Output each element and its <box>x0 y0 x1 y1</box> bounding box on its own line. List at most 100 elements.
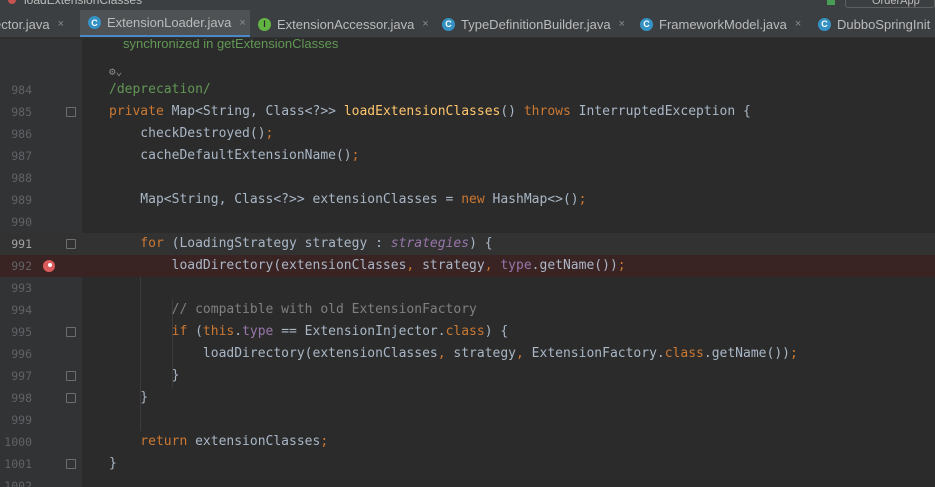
code-token: == ExtensionInjector. <box>281 324 446 339</box>
close-icon[interactable]: × <box>619 18 625 30</box>
code-line[interactable]: 984/deprecation/ <box>0 79 935 101</box>
code-text: } <box>109 453 117 475</box>
code-token: type <box>500 258 532 273</box>
code-text: if (this.type == ExtensionInjector.class… <box>109 321 509 343</box>
code-token: loadExtensionClasses <box>343 104 501 119</box>
code-text: private Map<String, Class<?>> loadExtens… <box>109 101 751 123</box>
fold-marker-icon[interactable] <box>66 239 76 249</box>
code-token: loadDirectory(extensionClasses <box>109 346 438 361</box>
line-number[interactable]: 994 <box>0 299 32 321</box>
code-token: extensionClasses <box>195 434 321 449</box>
code-line[interactable]: 995 if (this.type == ExtensionInjector.c… <box>0 321 935 343</box>
code-line[interactable]: 985 private Map<String, Class<?>> loadExt… <box>0 101 935 123</box>
line-number[interactable]: 985 <box>0 101 32 123</box>
code-text: /deprecation/ <box>109 79 211 101</box>
code-line[interactable]: 987 cacheDefaultExtensionName(); <box>0 145 935 167</box>
close-icon[interactable]: × <box>795 18 801 30</box>
class-icon: C <box>818 17 831 31</box>
code-token: loadDirectory(extensionClasses <box>109 258 407 273</box>
code-token: ) { <box>469 236 493 251</box>
code-line[interactable]: 990 <box>0 211 935 233</box>
tab-extensionloader-java[interactable]: C ExtensionLoader.java × <box>80 10 250 37</box>
line-number[interactable]: 998 <box>0 387 32 409</box>
code-token: ExtensionFactory. <box>531 346 665 361</box>
code-line[interactable]: 991 for (LoadingStrategy strategy : stra… <box>0 233 935 255</box>
code-token: InterruptedException { <box>578 104 751 119</box>
tab-ector-java[interactable]: ector.java × <box>0 10 80 37</box>
line-number[interactable]: 992 <box>0 255 32 277</box>
code-token: strategy <box>422 258 485 273</box>
line-number[interactable]: 1002 <box>0 475 32 487</box>
code-line[interactable]: 986 checkDestroyed(); <box>0 123 935 145</box>
tab-extensionaccessor-java[interactable]: I ExtensionAccessor.java × <box>250 10 434 37</box>
line-number[interactable]: 989 <box>0 189 32 211</box>
class-icon: C <box>442 17 455 31</box>
line-number[interactable]: 987 <box>0 145 32 167</box>
tab-frameworkmodel-java[interactable]: C FrameworkModel.java × <box>632 10 810 37</box>
fold-marker-icon[interactable] <box>66 393 76 403</box>
tab-label: ector.java <box>0 16 50 32</box>
title-bar: loadExtensionClasses OrderApp <box>0 0 935 10</box>
code-text: // compatible with old ExtensionFactory <box>109 299 477 321</box>
code-token: ; <box>789 346 798 361</box>
line-number[interactable]: 988 <box>0 167 32 189</box>
code-text: } <box>109 387 148 409</box>
code-line[interactable]: 988 <box>0 167 935 189</box>
code-token: new <box>461 192 493 207</box>
code-line[interactable]: 994 // compatible with old ExtensionFact… <box>0 299 935 321</box>
code-line[interactable]: 1002 <box>0 475 935 487</box>
line-number[interactable]: 1000 <box>0 431 32 453</box>
close-icon[interactable]: × <box>239 17 245 29</box>
code-text: checkDestroyed(); <box>109 123 273 145</box>
code-editor[interactable]: synchronized in getExtensionClasses ⚙⌄ 9… <box>0 39 935 487</box>
code-line[interactable]: 992 loadDirectory(extensionClasses, stra… <box>0 255 935 277</box>
tab-typedefinitionbuilder-java[interactable]: C TypeDefinitionBuilder.java × <box>434 10 632 37</box>
close-icon[interactable]: × <box>422 18 428 30</box>
code-line[interactable]: 997 } <box>0 365 935 387</box>
code-line[interactable]: 993 <box>0 277 935 299</box>
code-token: throws <box>523 104 579 119</box>
code-line[interactable]: 996 loadDirectory(extensionClasses, stra… <box>0 343 935 365</box>
run-config-button[interactable]: OrderApp <box>845 0 935 8</box>
code-token: HashMap<>() <box>492 192 579 207</box>
line-number[interactable]: 1001 <box>0 453 32 475</box>
code-token: for <box>109 236 172 251</box>
vcs-icon[interactable] <box>827 0 835 5</box>
tab-label: FrameworkModel.java <box>659 16 787 32</box>
code-token: } <box>109 456 117 471</box>
line-number[interactable]: 990 <box>0 211 32 233</box>
tab-dubbospringinit[interactable]: C DubboSpringInit <box>810 10 935 37</box>
code-line[interactable]: 999 <box>0 409 935 431</box>
breakpoint-icon[interactable] <box>43 260 55 272</box>
code-line[interactable]: 989 Map<String, Class<?>> extensionClass… <box>0 189 935 211</box>
line-number[interactable]: 991 <box>0 233 32 255</box>
code-token: } <box>109 390 149 405</box>
editor-tab-bar: ector.java × C ExtensionLoader.java × I Extens… <box>0 10 935 38</box>
code-token: this <box>202 324 235 339</box>
close-icon[interactable]: × <box>58 18 64 30</box>
fold-marker-icon[interactable] <box>66 459 76 469</box>
code-line[interactable]: 998 } <box>0 387 935 409</box>
code-token: strategies <box>390 236 470 251</box>
tab-label: ExtensionLoader.java <box>107 15 232 30</box>
code-text: loadDirectory(extensionClasses, strategy… <box>109 255 626 277</box>
line-number[interactable]: 995 <box>0 321 32 343</box>
app-icon <box>8 0 16 4</box>
line-number[interactable]: 984 <box>0 79 32 101</box>
code-token: , <box>484 258 501 273</box>
line-number[interactable]: 993 <box>0 277 32 299</box>
line-number[interactable]: 986 <box>0 123 32 145</box>
inlay-settings-icon[interactable]: ⚙⌄ <box>109 65 122 78</box>
line-number[interactable]: 996 <box>0 343 32 365</box>
code-token: class <box>664 346 704 361</box>
code-text: return extensionClasses; <box>109 431 328 453</box>
code-token: type <box>242 324 282 339</box>
code-line[interactable]: 1000 return extensionClasses; <box>0 431 935 453</box>
fold-marker-icon[interactable] <box>66 371 76 381</box>
fold-marker-icon[interactable] <box>66 107 76 117</box>
code-line[interactable]: 1001} <box>0 453 935 475</box>
line-number[interactable]: 999 <box>0 409 32 431</box>
fold-marker-icon[interactable] <box>66 327 76 337</box>
line-number[interactable]: 997 <box>0 365 32 387</box>
code-token: . <box>234 324 243 339</box>
